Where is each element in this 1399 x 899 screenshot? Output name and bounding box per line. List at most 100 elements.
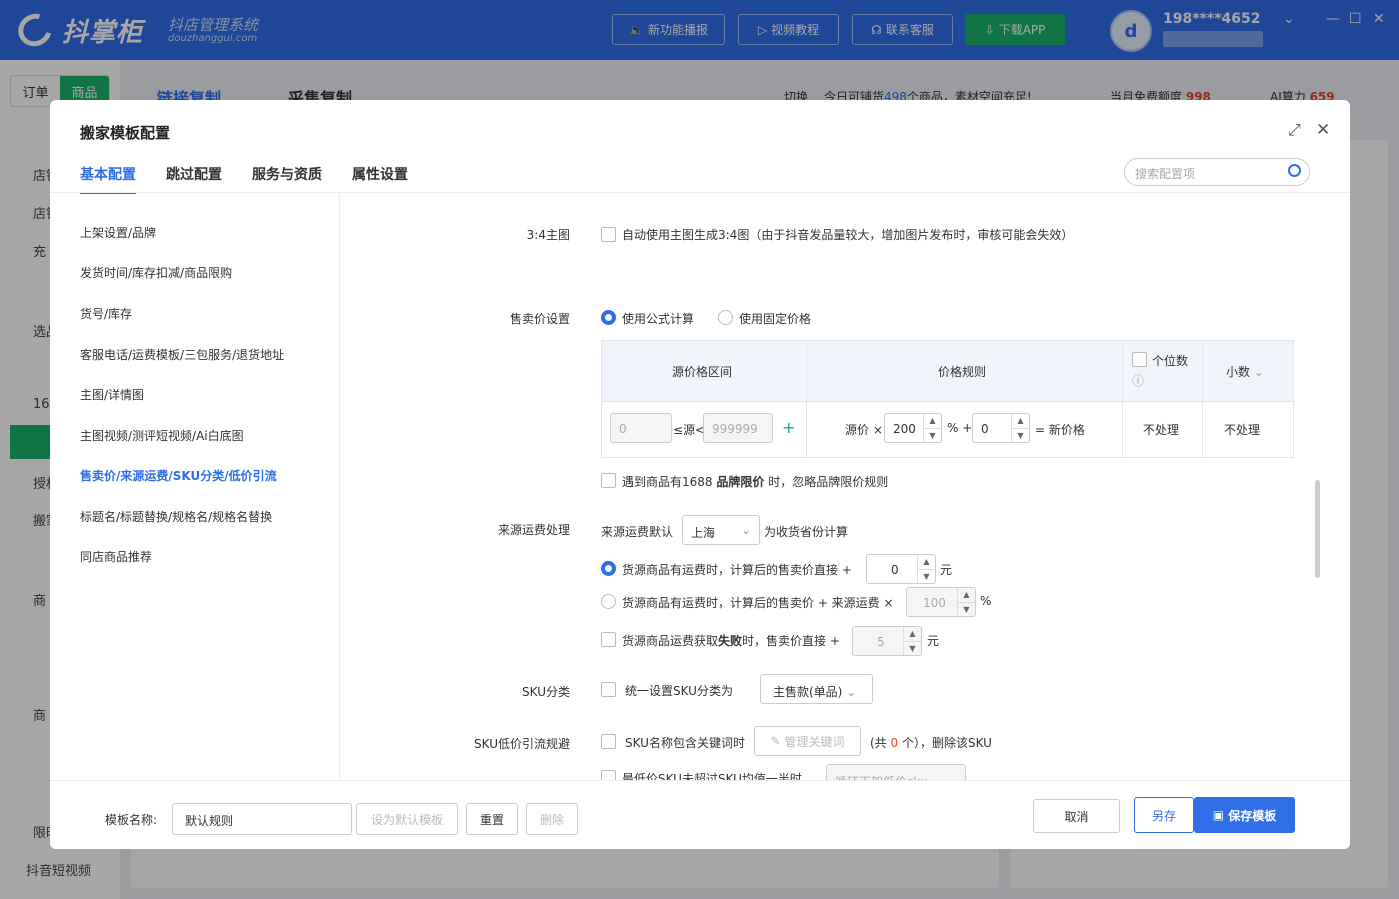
freight-opt1-input[interactable]: 0 ▲ ▼ — [866, 554, 936, 584]
tab-attribute-settings[interactable]: 属性设置 — [352, 164, 408, 194]
config-sidebar: 上架设置/品牌 发货时间/库存扣减/商品限购 货号/库存 客服电话/运费模板/三… — [50, 192, 340, 780]
stepper[interactable]: ▲ ▼ — [917, 555, 935, 583]
freight-opt1-text: 货源商品有运费时，计算后的售卖价直接 + — [622, 563, 852, 577]
col-decimal[interactable]: 小数 ⌄ — [1226, 363, 1264, 380]
stepper[interactable]: ▲ ▼ — [1011, 414, 1029, 442]
config-search-input[interactable]: 搜索配置项 — [1124, 158, 1310, 186]
lowest-price-text: 最低价SKU未超过SKU均值一半时 — [622, 772, 802, 780]
stepper[interactable]: ▲ ▼ — [903, 627, 921, 655]
table-col-divider — [1202, 341, 1203, 457]
freight-prefix: 来源运费默认 — [601, 525, 674, 539]
freight-suffix: 为收货省份计算 — [764, 525, 849, 539]
freight-opt2-text: 货源商品有运费时，计算后的售卖价 + 来源运费 × — [622, 596, 894, 610]
col-unit-digit: 个位数 — [1152, 354, 1189, 368]
save-template-button[interactable]: ▣ 保存模板 — [1194, 797, 1295, 833]
set-default-button[interactable]: 设为默认模板 — [356, 803, 458, 835]
modal-tabs: 基本配置 跳过配置 服务与资质 属性设置 — [80, 164, 408, 194]
scrollbar[interactable] — [1315, 480, 1320, 578]
stepper[interactable]: ▲ ▼ — [923, 414, 941, 442]
table-col-divider — [806, 341, 807, 457]
side-item-service[interactable]: 客服电话/运费模板/三包服务/退货地址 — [80, 346, 284, 363]
adder-input[interactable]: 0 ▲ ▼ — [972, 413, 1030, 443]
cancel-button[interactable]: 取消 — [1033, 799, 1120, 833]
fullscreen-icon[interactable]: ⤢ — [1288, 120, 1301, 140]
province-select[interactable]: 上海 ⌄ — [682, 515, 760, 545]
side-item-recommend[interactable]: 同店商品推荐 — [80, 548, 152, 565]
col-source-range: 源价格区间 — [672, 365, 733, 379]
freight-opt2-radio[interactable] — [601, 594, 616, 609]
add-range-icon[interactable]: + — [782, 418, 795, 437]
range-min-input[interactable]: 0 — [610, 413, 672, 443]
sku-category-label: SKU分类 — [522, 685, 570, 699]
save-icon: ▣ — [1212, 808, 1225, 822]
chevron-down-icon: ⌄ — [740, 523, 751, 537]
multiplier-input[interactable]: 200 ▲ ▼ — [884, 413, 942, 443]
side-item-listing-brand[interactable]: 上架设置/品牌 — [80, 224, 156, 241]
stepper[interactable]: ▲ ▼ — [957, 588, 975, 616]
freight-opt3-checkbox[interactable] — [601, 632, 616, 647]
side-item-shipping[interactable]: 发货时间/库存扣减/商品限购 — [80, 264, 232, 281]
freight-opt3-unit: 元 — [927, 634, 940, 648]
side-item-images[interactable]: 主图/详情图 — [80, 386, 144, 403]
config-content: 3:4主图 自动使用主图生成3:4图（由于抖音发品量较大，增加图片发布时，审核可… — [340, 192, 1350, 780]
unit-digit-value[interactable]: 不处理 — [1143, 421, 1179, 438]
side-item-price[interactable]: 售卖价/来源运费/SKU分类/低价引流 — [80, 467, 277, 484]
formula-radio-label: 使用公式计算 — [622, 312, 695, 326]
keyword-checkbox[interactable] — [601, 734, 616, 749]
freight-opt2-input[interactable]: 100 ▲ ▼ — [906, 587, 976, 617]
table-col-divider — [1122, 341, 1123, 457]
rule-suffix: = 新价格 — [1035, 423, 1085, 437]
tab-basic-config[interactable]: 基本配置 — [80, 164, 136, 194]
lowest-price-select[interactable]: 循环下架低价sku — [826, 764, 966, 780]
save-as-button[interactable]: 另存 — [1134, 797, 1194, 833]
manage-keywords-button[interactable]: ✎ 管理关键词 — [754, 726, 861, 756]
price-label: 售卖价设置 — [509, 312, 570, 326]
edit-icon: ✎ — [770, 734, 781, 748]
col-price-rule: 价格规则 — [938, 365, 987, 379]
side-item-title[interactable]: 标题名/标题替换/规格名/规格名替换 — [80, 508, 272, 525]
search-icon[interactable] — [1288, 164, 1301, 177]
main-image-34-checkbox[interactable] — [601, 227, 616, 242]
keyword-count: (共 0 个），删除该SKU — [870, 736, 992, 750]
range-separator: ≤源< — [673, 423, 706, 437]
freight-opt1-unit: 元 — [940, 563, 953, 577]
chevron-down-icon: ⌄ — [846, 685, 857, 699]
main-image-34-text: 自动使用主图生成3:4图（由于抖音发品量较大，增加图片发布时，审核可能会失效） — [622, 228, 1074, 242]
tab-skip-config[interactable]: 跳过配置 — [166, 164, 222, 194]
lowest-price-checkbox[interactable] — [601, 770, 616, 780]
freight-opt2-unit: % — [980, 594, 992, 608]
freight-opt1-radio[interactable] — [601, 561, 616, 576]
template-config-modal: 搬家模板配置 ⤢ ✕ 基本配置 跳过配置 服务与资质 属性设置 搜索配置项 上架… — [50, 100, 1350, 849]
delete-button[interactable]: 删除 — [526, 803, 578, 835]
sku-category-text: 统一设置SKU分类为 — [625, 684, 733, 698]
template-name-input[interactable]: 默认规则 — [172, 803, 352, 835]
reset-button[interactable]: 重置 — [466, 803, 518, 835]
chevron-down-icon: ⌄ — [1253, 365, 1264, 379]
modal-title: 搬家模板配置 — [80, 124, 171, 142]
formula-radio[interactable] — [601, 310, 616, 325]
modal-footer: 模板名称: 默认规则 设为默认模板 重置 删除 取消 另存 ▣ 保存模板 — [50, 780, 1350, 849]
rule-mid: % + — [947, 421, 973, 435]
price-rule-table: 源价格区间 价格规则 个位数 ⓘ 小数 ⌄ 0 ≤源< 999999 + 源价 … — [601, 340, 1294, 458]
brand-limit-checkbox[interactable] — [601, 473, 616, 488]
low-price-label: SKU低价引流规避 — [474, 737, 570, 751]
tab-service-qualification[interactable]: 服务与资质 — [252, 164, 322, 194]
decimal-value[interactable]: 不处理 — [1224, 421, 1260, 438]
template-name-label: 模板名称: — [105, 813, 158, 827]
side-item-sku-stock[interactable]: 货号/库存 — [80, 305, 132, 322]
unit-digit-checkbox[interactable] — [1132, 352, 1147, 367]
brand-limit-text: 遇到商品有1688 品牌限价 时，忽略品牌限价规则 — [622, 475, 889, 489]
fixed-price-radio[interactable] — [718, 310, 733, 325]
range-max-input[interactable]: 999999 — [703, 413, 773, 443]
freight-label: 来源运费处理 — [497, 523, 570, 537]
keyword-text: SKU名称包含关键词时 — [625, 736, 745, 750]
help-icon[interactable]: ⓘ — [1132, 372, 1144, 389]
close-icon[interactable]: ✕ — [1316, 120, 1330, 140]
side-item-video[interactable]: 主图视频/测评短视频/Ai白底图 — [80, 427, 244, 444]
sku-category-select[interactable]: 主售款(单品) ⌄ — [760, 674, 873, 704]
fixed-price-radio-label: 使用固定价格 — [739, 312, 812, 326]
table-row-divider — [602, 401, 1293, 402]
sku-category-checkbox[interactable] — [601, 682, 616, 697]
freight-opt3-text: 货源商品运费获取失败时，售卖价直接 + — [622, 634, 840, 648]
freight-opt3-input[interactable]: 5 ▲ ▼ — [852, 626, 922, 656]
